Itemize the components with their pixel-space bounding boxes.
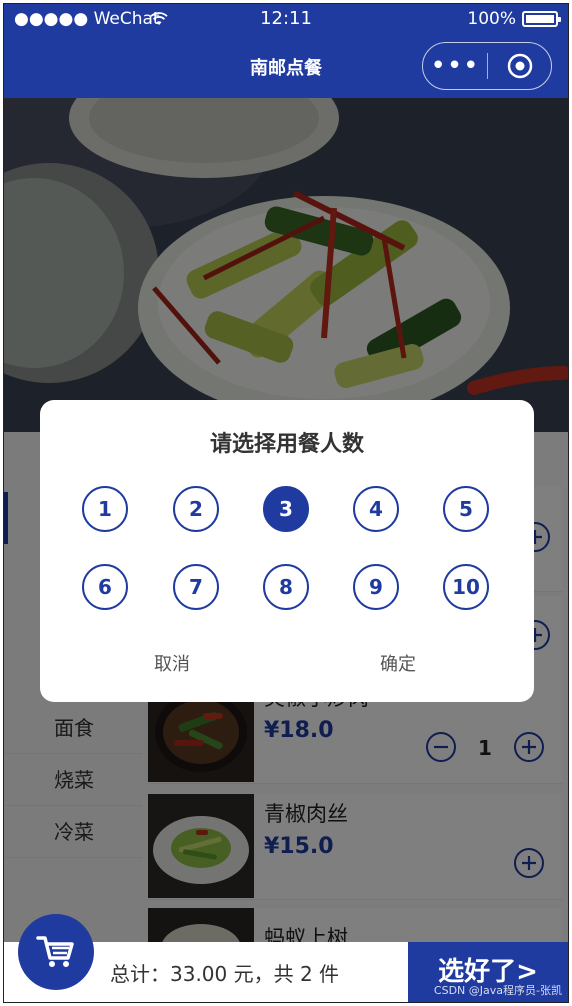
party-size-option-5[interactable]: 5	[443, 486, 489, 532]
cart-icon	[36, 936, 74, 967]
top-bar: ●●●●● WeChat 12:11 100% 南邮点餐 •••	[4, 4, 568, 98]
party-size-option-4[interactable]: 4	[353, 486, 399, 532]
watermark: CSDN @Java程序员-张凯	[433, 984, 562, 997]
target-icon	[507, 53, 532, 79]
cancel-button[interactable]: 取消	[154, 650, 190, 676]
party-size-option-9[interactable]: 9	[353, 564, 399, 610]
party-size-option-3[interactable]: 3	[263, 486, 309, 532]
battery-status: 100%	[467, 9, 561, 29]
party-size-option-1[interactable]: 1	[82, 486, 128, 532]
confirm-button[interactable]: 确定	[380, 650, 416, 676]
party-size-option-6[interactable]: 6	[82, 564, 128, 610]
party-size-option-8[interactable]: 8	[263, 564, 309, 610]
party-size-option-2[interactable]: 2	[173, 486, 219, 532]
party-size-option-7[interactable]: 7	[173, 564, 219, 610]
status-bar: ●●●●● WeChat 12:11 100%	[4, 4, 568, 34]
battery-percent: 100%	[467, 9, 516, 29]
more-menu-button[interactable]: •••	[423, 51, 487, 81]
party-size-option-10[interactable]: 10	[443, 564, 489, 610]
dialog-title: 请选择用餐人数	[209, 432, 364, 457]
close-program-button[interactable]	[488, 53, 551, 79]
phone-frame: ●●●●● WeChat 12:11 100% 南邮点餐 ••• 总计：33.0…	[3, 3, 569, 1003]
party-size-dialog: 请选择用餐人数 1 2 3 4 5 6 7 8 9 10 取消 确定	[40, 400, 534, 702]
order-total: 总计：33.00 元，共 2 件	[110, 962, 340, 986]
battery-icon	[522, 11, 561, 27]
cart-button[interactable]	[18, 914, 94, 990]
mini-program-capsule: •••	[422, 42, 552, 90]
